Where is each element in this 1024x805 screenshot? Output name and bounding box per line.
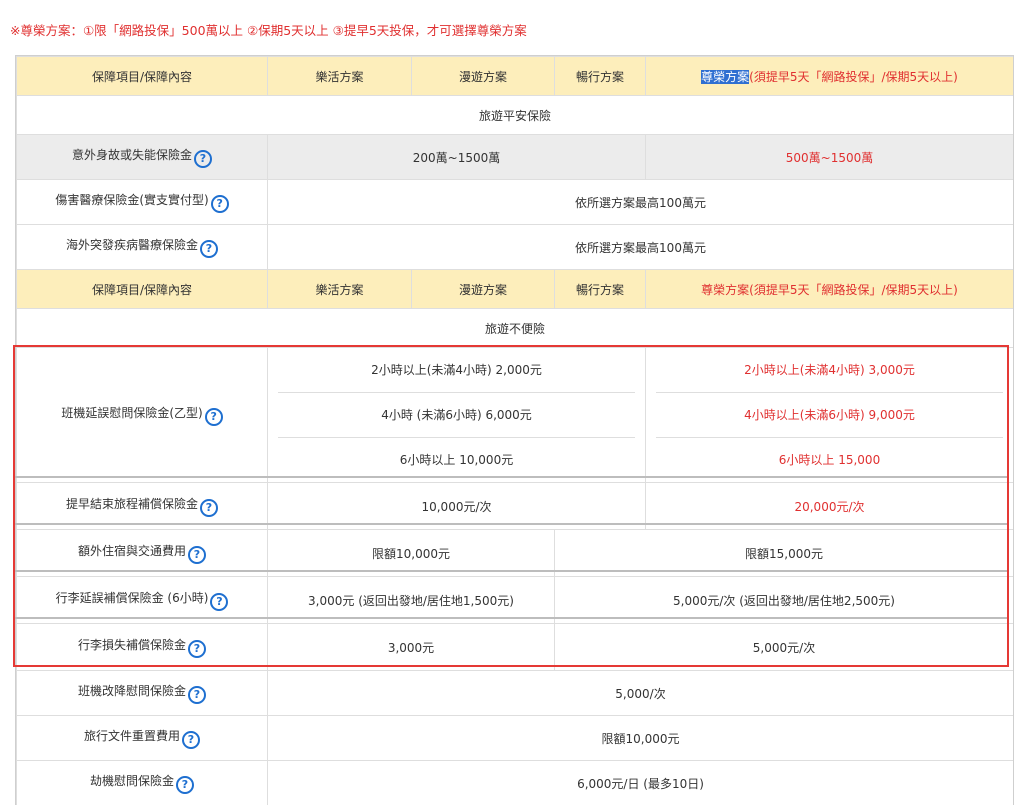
row-divider-thick [15,570,1009,572]
row-label-text: 提早結束旅程補償保險金 [66,497,198,511]
help-icon[interactable]: ? [188,640,206,658]
flight-delay-standard: 2小時以上(未滿4小時) 2,000元 4小時 (未滿6小時) 6,000元 6… [268,348,646,483]
row-label: 意外身故或失能保險金? [17,135,268,180]
coverage-table-container: 保障項目/保障內容 樂活方案 漫遊方案 暢行方案 尊榮方案(須提早5天「網路投保… [15,55,1014,805]
header-plan-premium: 尊榮方案(須提早5天「網路投保」/保期5天以上) [646,270,1014,309]
row-label-text: 傷害醫療保險金(實支實付型) [55,193,208,207]
table-row: 海外突發疾病醫療保險金? 依所選方案最高100萬元 [17,225,1014,270]
table-header-row: 保障項目/保障內容 樂活方案 漫遊方案 暢行方案 尊榮方案(須提早5天「網路投保… [17,57,1014,96]
header-plan-changxing: 暢行方案 [555,270,646,309]
row-value: 5,000/次 [268,671,1014,716]
row-label-text: 班機延誤慰問保險金(乙型) [61,406,202,420]
row-label-text: 額外住宿與交通費用 [78,544,186,558]
header-plan-lehuo: 樂活方案 [268,57,412,96]
row-label: 傷害醫療保險金(實支實付型)? [17,180,268,225]
help-icon[interactable]: ? [200,240,218,258]
header-item: 保障項目/保障內容 [17,57,268,96]
help-icon[interactable]: ? [200,499,218,517]
section-title: 旅遊平安保險 [17,96,1014,135]
flight-delay-tier: 2小時以上(未滿4小時) 2,000元 [268,348,645,392]
row-value: 200萬~1500萬 [268,135,646,180]
row-label-text: 劫機慰問保險金 [90,774,174,788]
flight-delay-premium: 2小時以上(未滿4小時) 3,000元 4小時以上(未滿6小時) 9,000元 … [646,348,1014,483]
row-label-text: 班機改降慰問保險金 [78,684,186,698]
row-label-text: 行李損失補償保險金 [78,638,186,652]
row-divider-thick [15,523,1009,525]
help-icon[interactable]: ? [188,686,206,704]
row-value-premium: 500萬~1500萬 [646,135,1014,180]
row-value-premium: 5,000元/次 [555,624,1014,671]
row-divider-thick [15,617,1009,619]
table-row: 行李損失補償保險金? 3,000元 5,000元/次 [17,624,1014,671]
table-row: 班機改降慰問保險金? 5,000/次 [17,671,1014,716]
row-label-text: 海外突發疾病醫療保險金 [66,238,198,252]
row-label: 旅行文件重置費用? [17,716,268,761]
flight-delay-tier-premium: 2小時以上(未滿4小時) 3,000元 [646,348,1013,392]
header-plan-manyou: 漫遊方案 [412,270,555,309]
row-value: 依所選方案最高100萬元 [268,180,1014,225]
header-item: 保障項目/保障內容 [17,270,268,309]
table-row: 意外身故或失能保險金? 200萬~1500萬 500萬~1500萬 [17,135,1014,180]
flight-delay-tier: 4小時 (未滿6小時) 6,000元 [278,392,635,437]
section-row-travel-accident: 旅遊平安保險 [17,96,1014,135]
premium-note: (須提早5天「網路投保」/保期5天以上) [749,70,958,84]
help-icon[interactable]: ? [205,408,223,426]
table-row: 旅行文件重置費用? 限額10,000元 [17,716,1014,761]
row-label: 海外突發疾病醫療保險金? [17,225,268,270]
help-icon[interactable]: ? [211,195,229,213]
row-label-text: 意外身故或失能保險金 [72,148,192,162]
table-row: 傷害醫療保險金(實支實付型)? 依所選方案最高100萬元 [17,180,1014,225]
header-plan-premium: 尊榮方案(須提早5天「網路投保」/保期5天以上) [646,57,1014,96]
row-label-text: 行李延誤補償保險金 (6小時) [56,591,209,605]
row-value: 限額10,000元 [268,716,1014,761]
header-plan-manyou: 漫遊方案 [412,57,555,96]
section-title: 旅遊不便險 [17,309,1014,348]
help-icon[interactable]: ? [210,593,228,611]
row-value: 3,000元 [268,624,555,671]
coverage-table: 保障項目/保障內容 樂活方案 漫遊方案 暢行方案 尊榮方案(須提早5天「網路投保… [16,56,1014,805]
help-icon[interactable]: ? [194,150,212,168]
table-row-flight-delay: 班機延誤慰問保險金(乙型)? 2小時以上(未滿4小時) 2,000元 4小時 (… [17,348,1014,483]
header-plan-lehuo: 樂活方案 [268,270,412,309]
row-label: 班機改降慰問保險金? [17,671,268,716]
premium-plan-notice: ※尊榮方案：①限「網路投保」500萬以上 ②保期5天以上 ③提早5天投保，才可選… [10,20,527,39]
row-value: 6,000元/日 (最多10日) [268,761,1014,805]
table-row: 劫機慰問保險金? 6,000元/日 (最多10日) [17,761,1014,805]
header-plan-changxing: 暢行方案 [555,57,646,96]
row-value: 依所選方案最高100萬元 [268,225,1014,270]
table-header-row-repeat: 保障項目/保障內容 樂活方案 漫遊方案 暢行方案 尊榮方案(須提早5天「網路投保… [17,270,1014,309]
section-row-travel-inconvenience: 旅遊不便險 [17,309,1014,348]
row-label: 班機延誤慰問保險金(乙型)? [17,348,268,483]
help-icon[interactable]: ? [188,546,206,564]
row-label-text: 旅行文件重置費用 [84,729,180,743]
row-label: 劫機慰問保險金? [17,761,268,805]
flight-delay-tier-premium: 4小時以上(未滿6小時) 9,000元 [656,392,1003,437]
row-divider-thick [15,476,1009,478]
help-icon[interactable]: ? [176,776,194,794]
row-label: 行李損失補償保險金? [17,624,268,671]
help-icon[interactable]: ? [182,731,200,749]
premium-name-selected: 尊榮方案 [701,70,749,84]
